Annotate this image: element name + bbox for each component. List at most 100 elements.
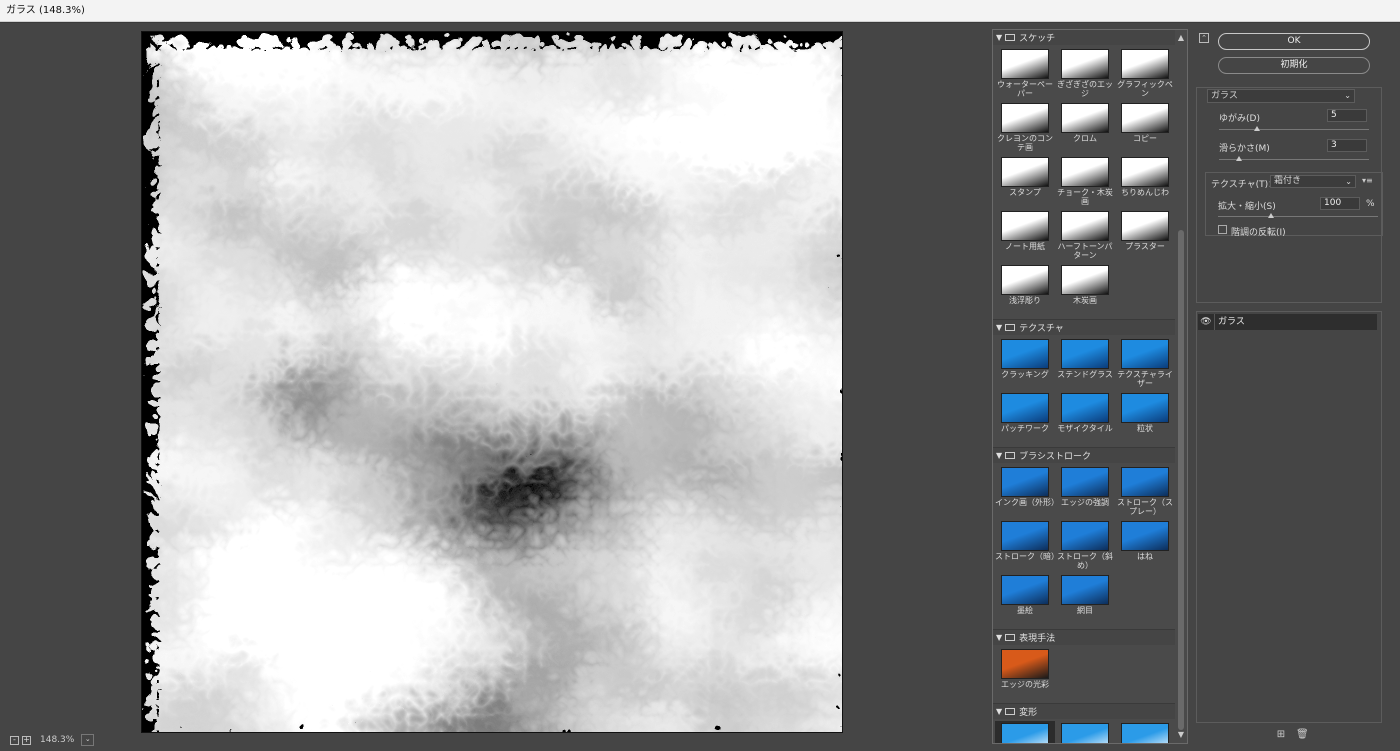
filter-thumbnail[interactable]: エッジの光彩 <box>995 647 1055 699</box>
preview-canvas[interactable] <box>141 31 843 733</box>
filter-name: ウォーターペーパー <box>997 80 1053 98</box>
filter-name: ストローク（スプレー） <box>1117 498 1173 516</box>
filter-name: コピー <box>1133 134 1157 143</box>
filter-preview-image <box>1121 393 1169 423</box>
texture-select[interactable]: 霜付き ⌄ <box>1270 175 1356 188</box>
collapse-gallery-icon[interactable]: ⌃ <box>1199 33 1209 43</box>
filter-thumbnail-grid: ウォーターペーパー ぎざぎざのエッジ グラフィックペンクレヨンのコンテ画 クロム コピー… <box>993 45 1175 319</box>
category-header[interactable]: ▼ 表現手法 <box>993 630 1175 645</box>
filter-thumbnail[interactable]: 粒状 <box>1115 391 1175 443</box>
filter-thumbnail[interactable]: ストローク（斜め） <box>1055 519 1115 571</box>
smoothness-input[interactable]: 3 <box>1327 139 1367 152</box>
filter-preview-image <box>1061 265 1109 295</box>
filter-preview-image <box>1061 339 1109 369</box>
filter-thumbnail[interactable]: テクスチャライザー <box>1115 337 1175 389</box>
texture-menu-icon[interactable]: ▾≡ <box>1362 176 1373 185</box>
scroll-up-arrow-icon[interactable]: ▲ <box>1175 32 1187 44</box>
smoothness-slider-knob[interactable] <box>1235 156 1242 161</box>
expand-triangle-icon[interactable]: ▼ <box>996 707 1002 716</box>
expand-triangle-icon[interactable]: ▼ <box>996 633 1002 642</box>
distortion-slider-knob[interactable] <box>1253 126 1260 131</box>
filter-thumbnail[interactable]: スタンプ <box>995 155 1055 207</box>
filter-thumbnail-grid: エッジの光彩 <box>993 645 1175 703</box>
new-effect-layer-icon[interactable]: ⊞ <box>1276 730 1286 740</box>
filter-thumbnail[interactable]: 光彩拡散 <box>1115 721 1175 743</box>
filter-thumbnail[interactable]: インク画（外形） <box>995 465 1055 517</box>
filter-thumbnail[interactable]: コピー <box>1115 101 1175 153</box>
zoom-dropdown[interactable]: ⌄ <box>81 734 95 746</box>
distortion-slider[interactable] <box>1219 129 1369 130</box>
filter-thumbnail[interactable]: ぎざぎざのエッジ <box>1055 47 1115 99</box>
scale-input[interactable]: 100 <box>1320 197 1360 210</box>
invert-checkbox[interactable] <box>1218 225 1227 234</box>
filter-name: 網目 <box>1077 606 1093 615</box>
filter-name: クロム <box>1073 134 1097 143</box>
distortion-label: ゆがみ(D) <box>1219 114 1260 124</box>
category-header[interactable]: ▼ テクスチャ <box>993 320 1175 335</box>
filter-thumbnail[interactable]: 浅浮彫り <box>995 263 1055 315</box>
smoothness-slider[interactable] <box>1219 159 1369 160</box>
filter-thumbnail[interactable]: ノート用紙 <box>995 209 1055 261</box>
filter-gallery-workspace: - + 148.3% ⌄ ▼ スケッチ ウォーターペーパー ぎざぎざのエッジ グラフィッ… <box>0 23 1400 751</box>
filter-thumbnail[interactable]: ストローク（スプレー） <box>1115 465 1175 517</box>
filter-thumbnail[interactable]: モザイクタイル <box>1055 391 1115 443</box>
scale-slider-knob[interactable] <box>1267 213 1274 218</box>
filter-thumbnail[interactable]: 海の波紋 <box>1055 721 1115 743</box>
filter-gallery-panel: ▼ スケッチ ウォーターペーパー ぎざぎざのエッジ グラフィックペン クレヨンのコンテ画ク… <box>992 29 1188 744</box>
filter-name: エッジの強調 <box>1061 498 1109 507</box>
filter-preview-image <box>1001 211 1049 241</box>
category-header[interactable]: ▼ ブラシストローク <box>993 448 1175 463</box>
visibility-eye-icon[interactable]: 👁 <box>1198 317 1214 327</box>
filter-preview-image <box>1001 723 1049 743</box>
filter-preview-image <box>1121 467 1169 497</box>
category-name: 変形 <box>1019 708 1038 718</box>
filter-thumbnail[interactable]: クロム <box>1055 101 1115 153</box>
reset-button[interactable]: 初期化 <box>1218 57 1370 74</box>
category-header[interactable]: ▼ スケッチ <box>993 30 1175 45</box>
zoom-out-button[interactable]: - <box>10 735 19 745</box>
folder-icon <box>1005 634 1016 641</box>
filter-thumbnail[interactable]: 木炭画 <box>1055 263 1115 315</box>
filter-name: プラスター <box>1125 242 1165 251</box>
filter-select-value: ガラス <box>1211 91 1238 101</box>
filter-thumbnail[interactable]: クラッキング <box>995 337 1055 389</box>
distortion-input[interactable]: 5 <box>1327 109 1367 122</box>
filter-thumbnail[interactable]: ウォーターペーパー <box>995 47 1055 99</box>
filter-thumbnail[interactable]: 墨絵 <box>995 573 1055 625</box>
filter-name: ストローク（斜め） <box>1057 552 1113 570</box>
filter-thumbnail[interactable]: チョーク・木炭画 <box>1055 155 1115 207</box>
expand-triangle-icon[interactable]: ▼ <box>996 323 1002 332</box>
filter-thumbnail[interactable]: エッジの強調 <box>1055 465 1115 517</box>
gallery-scrollbar[interactable]: ▲ ▼ <box>1175 30 1187 743</box>
filter-thumbnail[interactable]: クレヨンのコンテ画 <box>995 101 1055 153</box>
zoom-in-button[interactable]: + <box>22 735 31 745</box>
filter-preview-image <box>1001 103 1049 133</box>
delete-effect-layer-icon[interactable]: 🗑 <box>1296 730 1309 740</box>
filter-thumbnail[interactable]: グラフィックペン <box>1115 47 1175 99</box>
filter-name: パッチワーク <box>1001 424 1049 433</box>
glass-texture-preview <box>142 32 842 732</box>
scroll-down-arrow-icon[interactable]: ▼ <box>1175 729 1187 741</box>
category-header[interactable]: ▼ 変形 <box>993 704 1175 719</box>
filter-name: ノート用紙 <box>1005 242 1045 251</box>
filter-thumbnail[interactable]: ストローク（暗） <box>995 519 1055 571</box>
filter-preview-image <box>1001 49 1049 79</box>
filter-thumbnail[interactable]: ステンドグラス <box>1055 337 1115 389</box>
filter-thumbnail[interactable]: 網目 <box>1055 573 1115 625</box>
filter-thumbnail[interactable]: ハーフトーンパターン <box>1055 209 1115 261</box>
ok-button[interactable]: OK <box>1218 33 1370 50</box>
filter-thumbnail[interactable]: プラスター <box>1115 209 1175 261</box>
filter-thumbnail[interactable]: ちりめんじわ <box>1115 155 1175 207</box>
filter-name: 浅浮彫り <box>1009 296 1041 305</box>
scale-slider[interactable] <box>1218 216 1378 217</box>
filter-thumbnail-grid: ガラス海の波紋光彩拡散 <box>993 719 1175 743</box>
filter-thumbnail[interactable]: ガラス <box>995 721 1055 743</box>
scrollbar-thumb[interactable] <box>1178 230 1184 730</box>
expand-triangle-icon[interactable]: ▼ <box>996 451 1002 460</box>
effect-layer-row[interactable]: 👁 ガラス <box>1198 314 1377 330</box>
expand-triangle-icon[interactable]: ▼ <box>996 33 1002 42</box>
filter-select[interactable]: ガラス ⌄ <box>1207 89 1355 103</box>
filter-preview-image <box>1061 49 1109 79</box>
filter-thumbnail[interactable]: パッチワーク <box>995 391 1055 443</box>
filter-thumbnail[interactable]: はね <box>1115 519 1175 571</box>
